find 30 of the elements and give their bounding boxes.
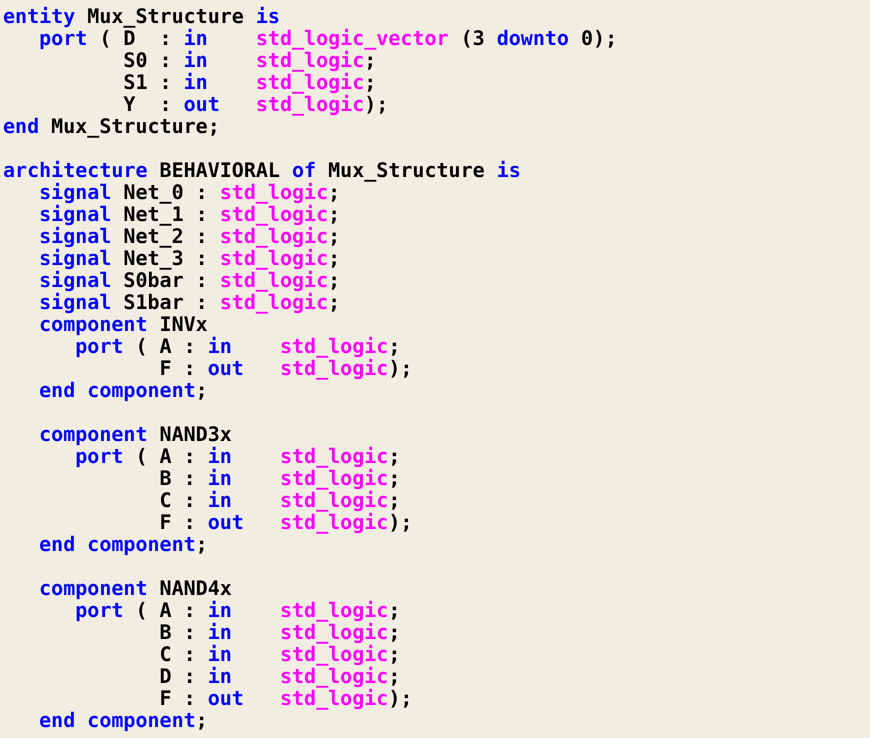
code-line: signal Net_3 : std_logic; [38, 247, 340, 269]
code-line: signal Net_0 : std_logic; [38, 181, 340, 203]
code-line: C : in std_logic; [158, 643, 400, 665]
code-line: port ( A : in std_logic; [75, 335, 400, 357]
code-line: F : out std_logic); [158, 357, 412, 379]
code-line: architecture BEHAVIORAL of Mux_Structure is [3, 159, 521, 181]
code-line: entity Mux_Structure is [3, 5, 280, 27]
code-line: port ( A : in std_logic; [75, 599, 400, 621]
code-line: component INVx [38, 313, 208, 335]
code-line: D : in std_logic; [158, 665, 400, 687]
code-line: port ( A : in std_logic; [75, 445, 400, 467]
code-line: port ( D : in std_logic_vector (3 downto 0); [39, 27, 618, 49]
code-line: signal Net_1 : std_logic; [38, 203, 340, 225]
code-line: S1 : in std_logic; [122, 71, 376, 93]
code-line: component NAND4x [38, 577, 232, 599]
code-line: end component; [38, 379, 208, 401]
code-line: component NAND3x [38, 423, 232, 445]
code-line: Y : out std_logic); [122, 93, 388, 115]
code-line: end Mux_Structure; [3, 115, 220, 137]
code-line: signal S0bar : std_logic; [38, 269, 340, 291]
code-line: B : in std_logic; [158, 621, 400, 643]
code-line: signal S1bar : std_logic; [38, 291, 340, 313]
code-line: S0 : in std_logic; [122, 49, 376, 71]
code-line: end component; [38, 533, 208, 555]
code-line: F : out std_logic); [158, 687, 412, 709]
code-line: B : in std_logic; [158, 467, 400, 489]
code-line: signal Net_2 : std_logic; [38, 225, 340, 247]
code-line: C : in std_logic; [158, 489, 400, 511]
code-line: end component; [38, 709, 208, 731]
code-line: F : out std_logic); [158, 511, 412, 533]
